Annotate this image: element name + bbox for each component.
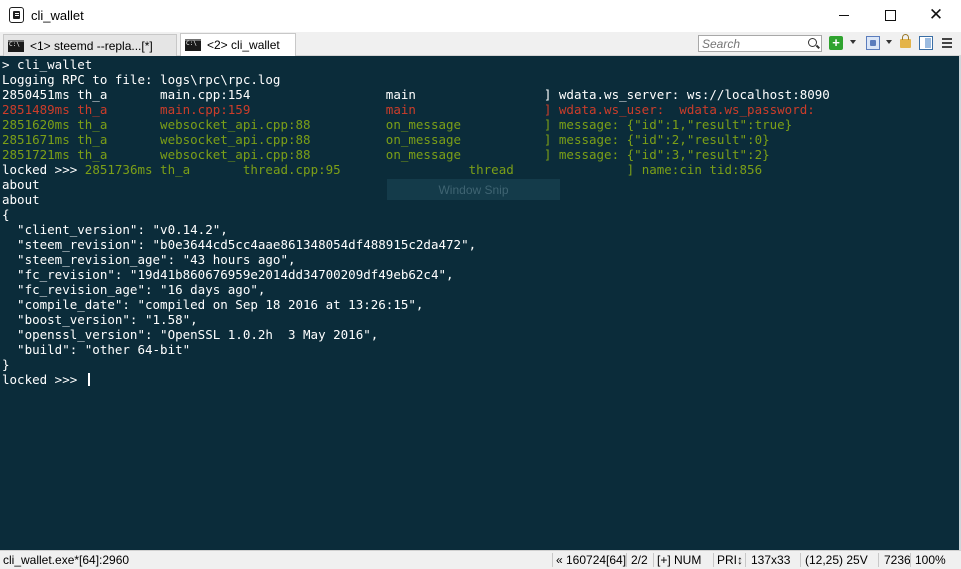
settings-icon[interactable] [866, 36, 880, 50]
console-text: "fc_revision": "19d41b860676959e2014dd34… [2, 267, 454, 282]
console-line: "steem_revision_age": "43 hours ago", [2, 252, 830, 267]
console-text: "steem_revision_age": "43 hours ago", [2, 252, 296, 267]
settings-dropdown-icon[interactable] [886, 40, 892, 44]
maximize-icon [884, 10, 896, 21]
close-icon: ✕ [928, 5, 944, 25]
console-text: 2850451ms th_a main.cpp:154 main ] wdata… [2, 87, 830, 102]
console-line: 2851489ms th_a main.cpp:159 main ] wdata… [2, 102, 830, 117]
console-text: locked >>> [2, 372, 85, 387]
console-text: 2851620ms th_a websocket_api.cpp:88 on_m… [2, 117, 793, 132]
app-icon [9, 7, 24, 23]
console-line: locked >>> [2, 372, 830, 387]
tab-label: <1> steemd --repla...[*] [30, 38, 153, 53]
status-pid[interactable]: « 160724[64] [556, 553, 626, 567]
console-text: "steem_revision": "b0e3644cd5cc4aae86134… [2, 237, 477, 252]
window-title: cli_wallet [31, 8, 84, 23]
console-line: "client_version": "v0.14.2", [2, 222, 830, 237]
console-icon [8, 39, 24, 52]
split-panel-icon[interactable] [919, 36, 933, 50]
tab-label: <2> cli_wallet [207, 38, 280, 52]
console-line: Logging RPC to file: logs\rpc\rpc.log [2, 72, 830, 87]
status-process: cli_wallet.exe*[64]:2960 [3, 553, 130, 567]
console-line: { [2, 207, 830, 222]
console-line: 2851721ms th_a websocket_api.cpp:88 on_m… [2, 147, 830, 162]
console-text: } [2, 357, 10, 372]
new-console-button[interactable]: + [829, 36, 843, 50]
console-text: "boost_version": "1.58", [2, 312, 198, 327]
status-divider [800, 553, 801, 567]
console-line: "fc_revision": "19d41b860676959e2014dd34… [2, 267, 830, 282]
console-line: 2851620ms th_a websocket_api.cpp:88 on_m… [2, 117, 830, 132]
console-text: about [2, 177, 40, 192]
hamburger-menu-icon[interactable] [941, 36, 953, 50]
minimize-icon [839, 15, 849, 16]
title-bar: cli_wallet ✕ [0, 0, 961, 32]
console-text: locked >>> [2, 162, 85, 177]
status-buffer[interactable]: 7236 [884, 553, 911, 567]
console-text: "fc_revision_age": "16 days ago", [2, 282, 266, 297]
console-line: "steem_revision": "b0e3644cd5cc4aae86134… [2, 237, 830, 252]
status-divider [745, 553, 746, 567]
tab-steemd[interactable]: <1> steemd --repla...[*] [3, 34, 177, 56]
text-cursor [87, 373, 90, 386]
search-box[interactable] [698, 35, 822, 52]
status-divider [626, 553, 627, 567]
console-line: 2851671ms th_a websocket_api.cpp:88 on_m… [2, 132, 830, 147]
close-button[interactable]: ✕ [913, 0, 959, 31]
window-snip-overlay: Window Snip [387, 179, 560, 200]
status-divider [910, 553, 911, 567]
console-text: > cli_wallet [2, 57, 93, 72]
search-icon[interactable] [808, 38, 817, 47]
status-divider [653, 553, 654, 567]
status-divider [713, 553, 714, 567]
console-text: 2851671ms th_a websocket_api.cpp:88 on_m… [2, 132, 770, 147]
console-line: } [2, 357, 830, 372]
console-line: "build": "other 64-bit" [2, 342, 830, 357]
console-text: 2851489ms th_a main.cpp:159 main ] wdata… [2, 102, 815, 117]
console-line: 2850451ms th_a main.cpp:154 main ] wdata… [2, 87, 830, 102]
status-priority[interactable]: PRI↕ [717, 553, 743, 567]
lock-icon[interactable] [900, 34, 911, 48]
console-line: "fc_revision_age": "16 days ago", [2, 282, 830, 297]
console-text: "compile_date": "compiled on Sep 18 2016… [2, 297, 424, 312]
search-input[interactable] [702, 36, 802, 51]
status-divider [552, 553, 553, 567]
tab-cli-wallet[interactable]: <2> cli_wallet [180, 33, 296, 57]
console-text: about [2, 192, 40, 207]
maximize-button[interactable] [867, 0, 913, 31]
console-text: "client_version": "v0.14.2", [2, 222, 228, 237]
status-zoom[interactable]: 100% [915, 553, 946, 567]
console-output[interactable]: > cli_wallet Logging RPC to file: logs\rp… [0, 56, 961, 550]
status-divider [878, 553, 879, 567]
console-line: "compile_date": "compiled on Sep 18 2016… [2, 297, 830, 312]
console-text: "build": "other 64-bit" [2, 342, 191, 357]
status-insert-num[interactable]: [+] NUM [657, 553, 701, 567]
new-console-dropdown-icon[interactable] [850, 40, 856, 44]
console-text: 2851736ms th_a thread.cpp:95 thread ] na… [84, 162, 763, 177]
console-line: "openssl_version": "OpenSSL 1.0.2h 3 May… [2, 327, 830, 342]
status-bar: cli_wallet.exe*[64]:2960 « 160724[64] 2/… [0, 550, 961, 569]
console-icon [185, 39, 201, 51]
console-lines: > cli_wallet Logging RPC to file: logs\rp… [2, 57, 830, 387]
status-size[interactable]: 137x33 [751, 553, 790, 567]
plus-icon: + [832, 35, 840, 50]
console-text: { [2, 207, 10, 222]
console-line: > cli_wallet [2, 57, 830, 72]
status-cursor-position[interactable]: (12,25) 25V [805, 553, 868, 567]
status-console-index[interactable]: 2/2 [631, 553, 648, 567]
console-text: "openssl_version": "OpenSSL 1.0.2h 3 May… [2, 327, 379, 342]
minimize-button[interactable] [821, 0, 867, 31]
console-line: locked >>> 2851736ms th_a thread.cpp:95 … [2, 162, 830, 177]
console-line: "boost_version": "1.58", [2, 312, 830, 327]
console-text: 2851721ms th_a websocket_api.cpp:88 on_m… [2, 147, 770, 162]
console-text: Logging RPC to file: logs\rpc\rpc.log [2, 72, 281, 87]
